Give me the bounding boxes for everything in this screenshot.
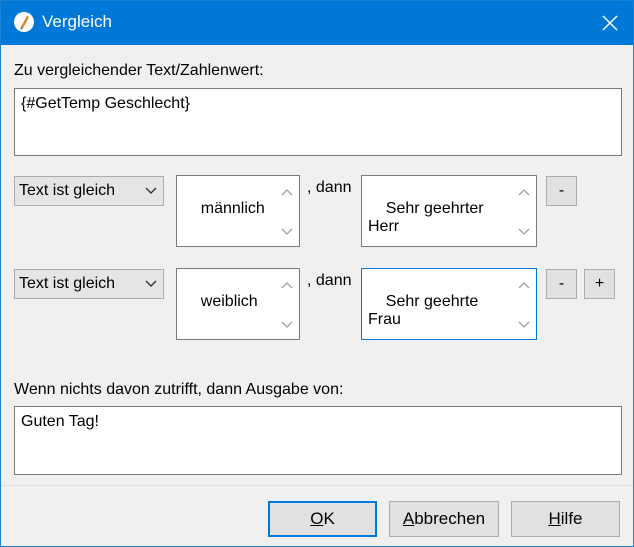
close-icon [602,15,618,31]
scroll-up-icon[interactable] [518,281,530,289]
close-button[interactable] [587,1,633,45]
help-button-label: ilfe [560,509,583,528]
scroll-up-icon[interactable] [281,188,293,196]
operator-select-1[interactable]: Text ist gleich [14,176,164,206]
operator-select-2-value: Text ist gleich [19,275,116,292]
help-button[interactable]: Hilfe [511,501,620,537]
scroll-up-icon[interactable] [281,281,293,289]
fallback-input[interactable]: Guten Tag! [14,406,622,475]
operator-select-2[interactable]: Text ist gleich [14,269,164,299]
match-input-2[interactable]: weiblich [176,268,300,340]
operator-select-1-value: Text ist gleich [19,182,116,199]
match-input-1[interactable]: männlich [176,175,300,247]
title-bar[interactable]: Vergleich [1,1,633,45]
scroll-down-icon[interactable] [281,321,293,329]
cancel-button-label: bbrechen [414,509,486,528]
scroll-down-icon[interactable] [281,228,293,236]
result-input-2[interactable]: Sehr geehrte Frau [361,268,537,340]
button-bar: OK Abbrechen Hilfe [1,485,633,546]
chevron-down-icon [145,280,157,287]
match-input-1-text: männlich [200,200,265,217]
cancel-button[interactable]: Abbrechen [389,501,499,537]
ok-button[interactable]: OK [268,501,377,537]
result-input-2-text: Sehr geehrte Frau [368,293,483,328]
remove-condition-button-2[interactable]: - [546,269,577,299]
chevron-down-icon [145,187,157,194]
match-input-2-text: weiblich [200,293,258,310]
cancel-button-mnemonic: A [402,509,415,528]
result-input-1[interactable]: Sehr geehrter Herr [361,175,537,247]
remove-condition-button-1[interactable]: - [546,176,577,206]
window-title: Vergleich [42,12,112,31]
then-label-1: , dann [307,179,352,196]
ok-button-mnemonic: O [310,509,324,528]
fallback-label: Wenn nichts davon zutrifft, dann Ausgabe… [14,381,344,398]
compare-label: Zu vergleichender Text/Zahlenwert: [14,62,264,79]
compare-input[interactable]: {#GetTemp Geschlecht} [14,88,622,156]
then-label-2: , dann [307,272,352,289]
help-button-mnemonic: H [548,509,561,528]
ok-button-label: K [323,509,335,528]
add-condition-button[interactable]: + [584,269,615,299]
scroll-up-icon[interactable] [518,188,530,196]
app-icon [14,12,34,32]
scroll-down-icon[interactable] [518,321,530,329]
result-input-1-text: Sehr geehrter Herr [368,200,489,235]
dialog-window: Vergleich Zu vergleichender Text/Zahlenw… [0,0,634,547]
scroll-down-icon[interactable] [518,228,530,236]
